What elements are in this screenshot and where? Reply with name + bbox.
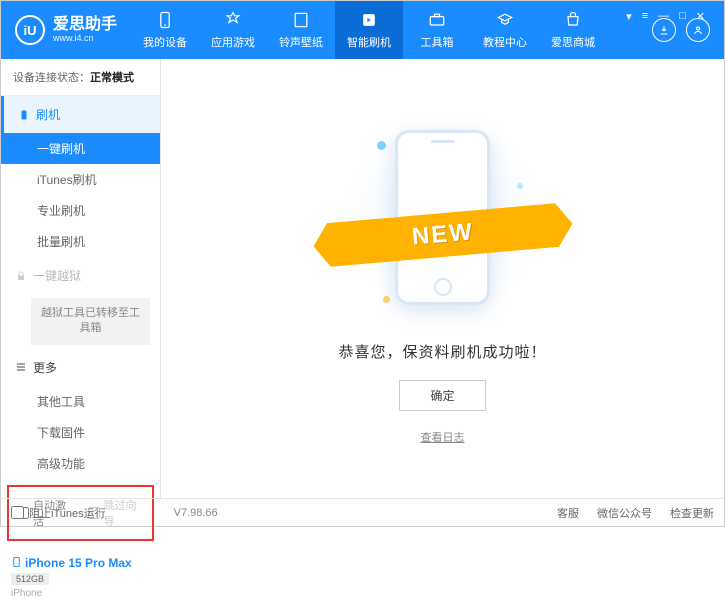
app-logo: iU 爱思助手 www.i4.cn <box>1 15 131 45</box>
nav-store[interactable]: 爱思商城 <box>539 1 607 59</box>
ok-button[interactable]: 确定 <box>399 380 485 411</box>
nav-my-device[interactable]: 我的设备 <box>131 1 199 59</box>
top-nav: 我的设备 应用游戏 铃声壁纸 智能刷机 工具箱 教程中心 爱思商城 <box>131 1 638 59</box>
device-info[interactable]: iPhone 15 Pro Max 512GB iPhone <box>1 547 160 603</box>
close-icon[interactable]: ✕ <box>696 10 705 23</box>
sidebar-item-oneclick-flash[interactable]: 一键刷机 <box>1 133 160 164</box>
titlebar: iU 爱思助手 www.i4.cn 我的设备 应用游戏 铃声壁纸 智能刷机 工具… <box>1 1 724 59</box>
footer-link-update[interactable]: 检查更新 <box>670 505 714 521</box>
menu-icon[interactable]: ▾ <box>626 10 632 23</box>
app-name: 爱思助手 <box>53 16 117 34</box>
sidebar-item-pro-flash[interactable]: 专业刷机 <box>1 195 160 226</box>
sidebar: 设备连接状态：正常模式 刷机 一键刷机 iTunes刷机 专业刷机 批量刷机 一… <box>1 59 161 498</box>
footer-link-support[interactable]: 客服 <box>557 505 579 521</box>
sidebar-item-download-firmware[interactable]: 下载固件 <box>1 417 160 448</box>
success-illustration: NEW <box>333 113 553 323</box>
footer-link-wechat[interactable]: 微信公众号 <box>597 505 652 521</box>
nav-ringtones[interactable]: 铃声壁纸 <box>267 1 335 59</box>
window-controls: ▾ ≡ — □ ✕ <box>616 4 715 29</box>
main-content: NEW 恭喜您，保资料刷机成功啦！ 确定 查看日志 <box>161 59 724 498</box>
success-message: 恭喜您，保资料刷机成功啦！ <box>338 341 546 362</box>
nav-flash[interactable]: 智能刷机 <box>335 1 403 59</box>
settings-icon[interactable]: ≡ <box>642 10 648 22</box>
view-log-link[interactable]: 查看日志 <box>421 429 465 445</box>
nav-tutorials[interactable]: 教程中心 <box>471 1 539 59</box>
sidebar-item-other-tools[interactable]: 其他工具 <box>1 386 160 417</box>
nav-toolbox[interactable]: 工具箱 <box>403 1 471 59</box>
section-jailbreak: 一键越狱 <box>1 257 160 294</box>
section-flash[interactable]: 刷机 <box>1 96 160 133</box>
connection-status: 设备连接状态：正常模式 <box>1 59 160 96</box>
sidebar-item-batch-flash[interactable]: 批量刷机 <box>1 226 160 257</box>
sidebar-item-advanced[interactable]: 高级功能 <box>1 448 160 479</box>
footer: 阻止iTunes运行 V7.98.66 客服 微信公众号 检查更新 <box>1 498 724 526</box>
logo-mark: iU <box>15 15 45 45</box>
maximize-icon[interactable]: □ <box>679 10 686 22</box>
sidebar-item-itunes-flash[interactable]: iTunes刷机 <box>1 164 160 195</box>
phone-icon <box>11 555 22 569</box>
version-label: V7.98.66 <box>174 507 218 519</box>
device-type: iPhone <box>11 588 150 599</box>
nav-apps[interactable]: 应用游戏 <box>199 1 267 59</box>
section-more[interactable]: 更多 <box>1 349 160 386</box>
minimize-icon[interactable]: — <box>658 10 669 22</box>
checkbox-block-itunes[interactable]: 阻止iTunes运行 <box>11 505 106 521</box>
jailbreak-note: 越狱工具已转移至工具箱 <box>31 298 150 345</box>
app-url: www.i4.cn <box>53 34 117 44</box>
storage-badge: 512GB <box>11 573 49 585</box>
